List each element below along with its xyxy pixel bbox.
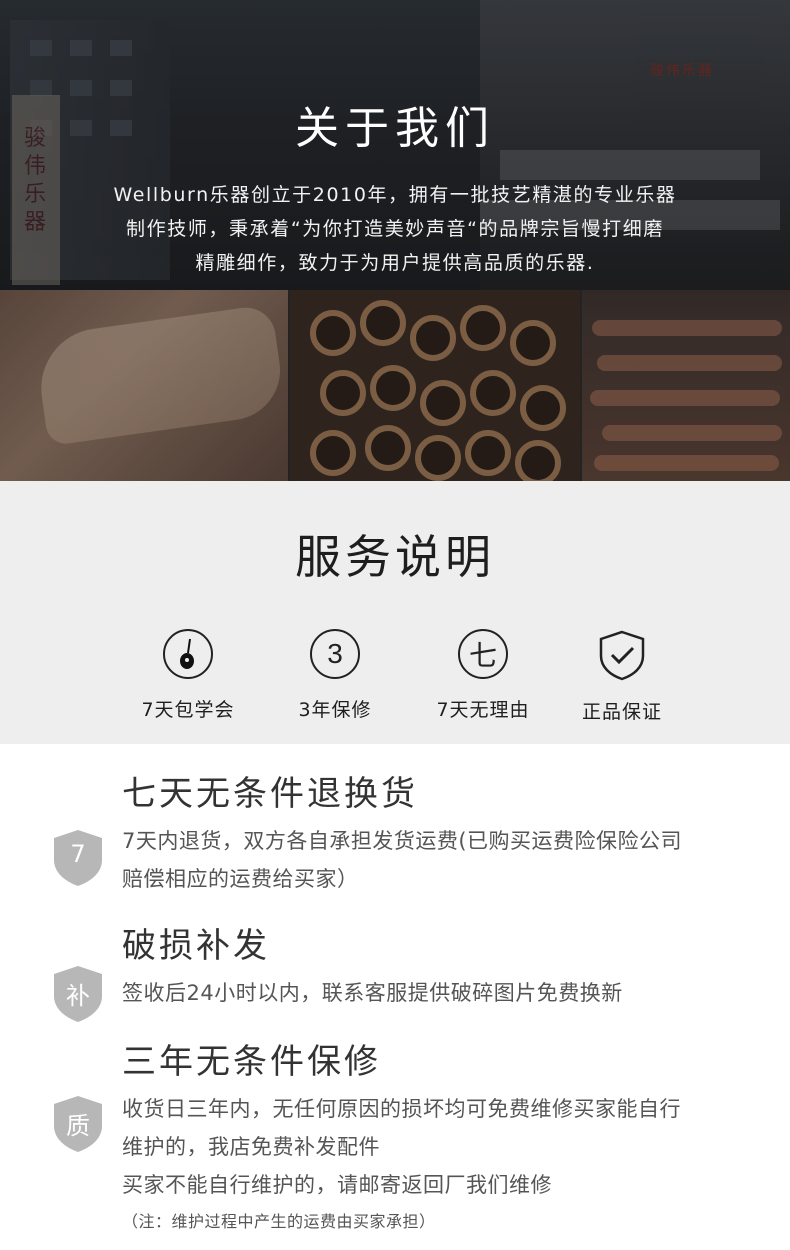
feature-lesson: 7天包学会 (113, 629, 263, 722)
policy-line: 买家不能自行维护的，请邮寄返回厂我们维修 (122, 1173, 552, 1197)
policy-text-warranty: 收货日三年内，无任何原因的损坏均可免费维修买家能自行 维护的，我店免费补发配件 … (122, 1090, 681, 1204)
policy-text-damage: 签收后24小时以内，联系客服提供破碎图片免费换新 (122, 974, 623, 1012)
lower-overlay (0, 290, 790, 481)
about-line-2: 制作技师，秉承着“为你打造美妙声音“的品牌宗旨慢打细磨 (126, 218, 664, 240)
badge-text: 质 (66, 1112, 90, 1140)
feature-return: 七 7天无理由 (408, 629, 558, 722)
shield-check-icon (597, 629, 647, 681)
service-section: 服务说明 7天包学会 3 3年保修 七 7天无理由 正品保证 (0, 481, 790, 744)
about-line-1: Wellburn乐器创立于2010年，拥有一批技艺精湛的专业乐器 (113, 184, 677, 206)
badge-text: 补 (66, 982, 90, 1010)
feature-authentic: 正品保证 (547, 629, 697, 724)
policy-line: 赔偿相应的运费给买家） (122, 867, 359, 891)
feature-label: 7天无理由 (436, 699, 530, 721)
feature-label: 3年保修 (298, 699, 372, 721)
policy-text-return: 7天内退货，双方各自承担发货运费(已购买运费险保险公司 赔偿相应的运费给买家） (122, 822, 682, 898)
about-title: 关于我们 (295, 103, 495, 154)
policy-line: 维护的，我店免费补发配件 (122, 1135, 380, 1159)
three-circle-icon: 3 (310, 629, 360, 679)
feature-label: 正品保证 (581, 701, 662, 723)
about-line-3: 精雕细作，致力于为用户提供高品质的乐器. (195, 252, 595, 274)
shipping-note: （注：维护过程中产生的运费由买家承担） (122, 1212, 436, 1231)
badge-seven-icon: 7 (54, 830, 102, 886)
about-hero: 骏伟乐器 骏伟乐器 关于我们 Wellburn乐器创立于2010年，拥有一批技艺… (0, 0, 790, 481)
policy-section: 七天无条件退换货 7 7天内退货，双方各自承担发货运费(已购买运费险保险公司 赔… (0, 744, 790, 1250)
seven-circle-icon: 七 (458, 629, 508, 679)
guitar-icon (163, 629, 213, 679)
badge-quality-icon: 质 (54, 1096, 102, 1152)
policy-line: 收货日三年内，无任何原因的损坏均可免费维修买家能自行 (122, 1097, 681, 1121)
policy-title-warranty: 三年无条件保修 (122, 1042, 381, 1082)
badge-text: 7 (70, 840, 86, 868)
feature-label: 7天包学会 (141, 699, 235, 721)
service-title: 服务说明 (295, 530, 495, 584)
policy-title-return: 七天无条件退换货 (122, 774, 418, 814)
policy-line: 7天内退货，双方各自承担发货运费(已购买运费险保险公司 (122, 829, 683, 853)
page: 骏伟乐器 骏伟乐器 关于我们 Wellburn乐器创立于2010年，拥有一批技艺… (0, 0, 790, 1250)
badge-replace-icon: 补 (54, 966, 102, 1022)
feature-warranty: 3 3年保修 (260, 629, 410, 722)
policy-title-damage: 破损补发 (122, 926, 270, 966)
policy-line: 签收后24小时以内，联系客服提供破碎图片免费换新 (122, 981, 623, 1005)
